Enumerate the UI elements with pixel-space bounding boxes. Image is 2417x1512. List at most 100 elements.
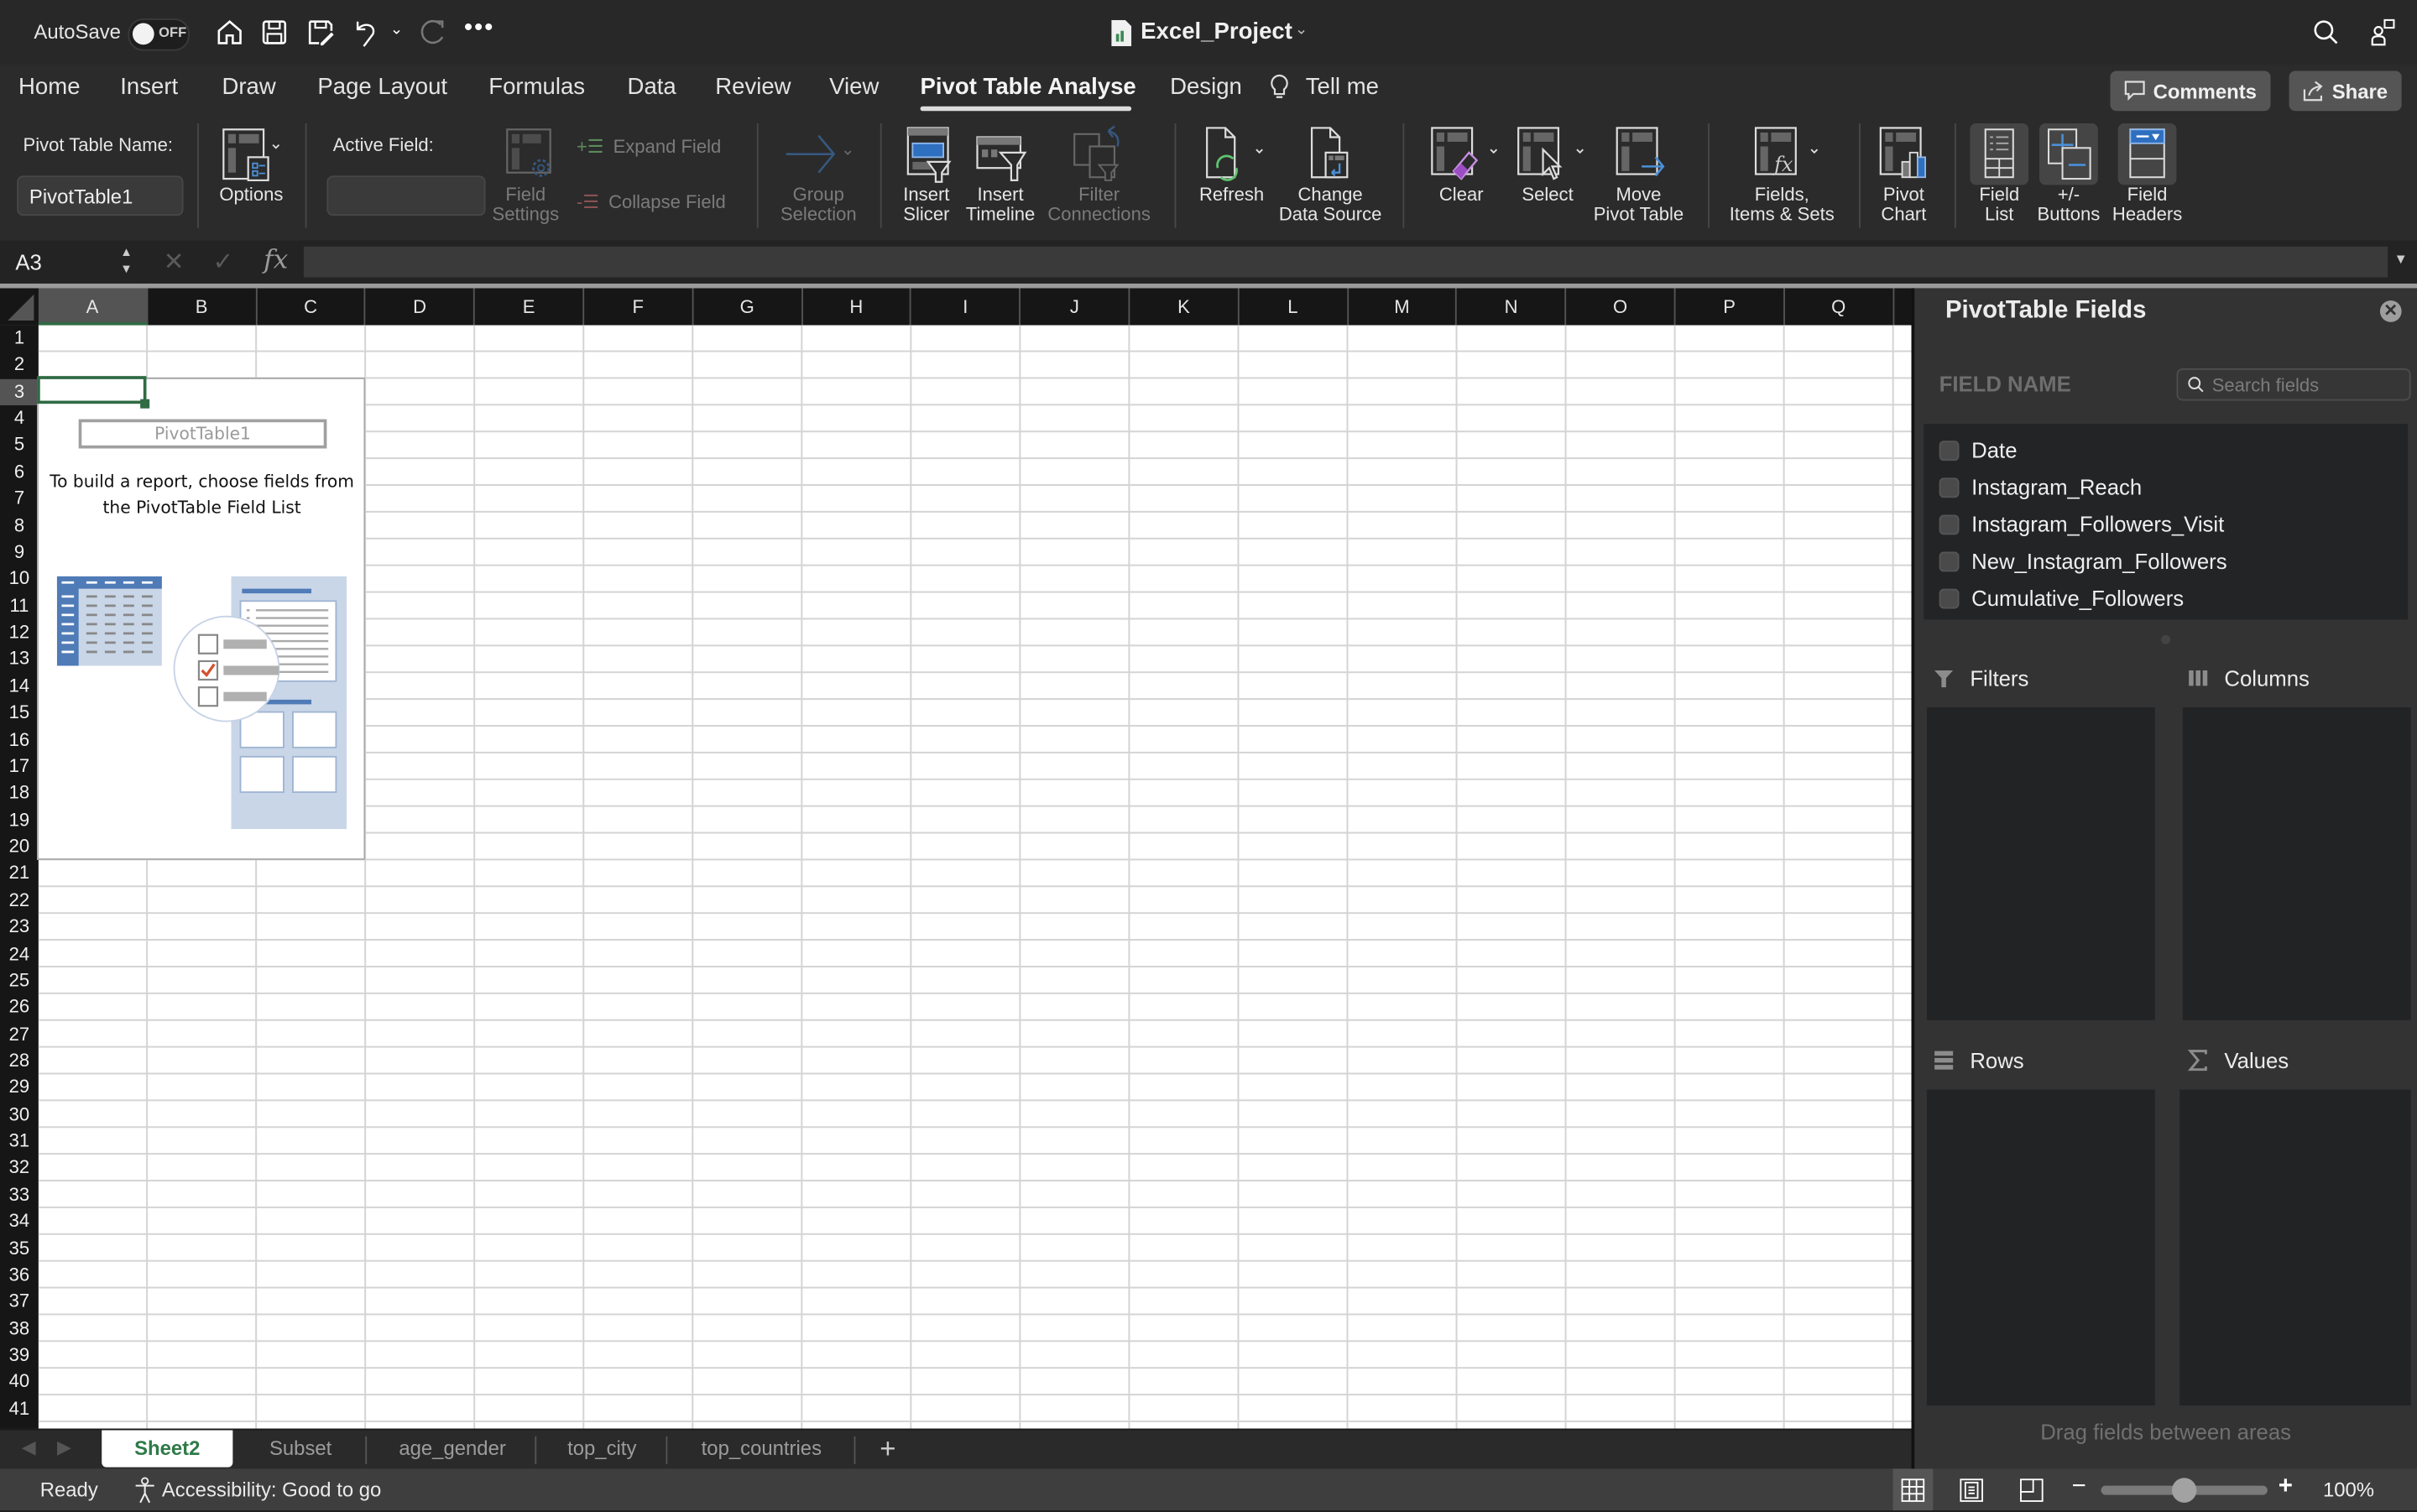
close-panel-button[interactable]: ✕ bbox=[2379, 300, 2402, 322]
row-header-12[interactable]: 12 bbox=[0, 619, 39, 646]
save-as-icon[interactable] bbox=[305, 17, 337, 48]
row-header-40[interactable]: 40 bbox=[0, 1369, 39, 1396]
accessibility-status[interactable]: Accessibility: Good to go bbox=[162, 1478, 381, 1501]
row-header-39[interactable]: 39 bbox=[0, 1343, 39, 1369]
field-checkbox[interactable] bbox=[1939, 550, 1960, 571]
row-header-7[interactable]: 7 bbox=[0, 486, 39, 513]
clear-button[interactable]: Clear bbox=[1418, 123, 1505, 205]
zoom-slider-knob[interactable] bbox=[2171, 1478, 2197, 1503]
row-header-9[interactable]: 9 bbox=[0, 540, 39, 566]
column-header-h[interactable]: H bbox=[802, 288, 912, 326]
row-header-24[interactable]: 24 bbox=[0, 941, 39, 967]
field-list-toggle[interactable]: Field List bbox=[1964, 123, 2034, 225]
row-header-11[interactable]: 11 bbox=[0, 593, 39, 620]
tab-tell-me[interactable]: Tell me bbox=[1306, 74, 1379, 100]
row-header-8[interactable]: 8 bbox=[0, 513, 39, 540]
tab-pivot-table-analyse[interactable]: Pivot Table Analyse bbox=[921, 74, 1136, 100]
column-header-p[interactable]: P bbox=[1676, 288, 1785, 326]
column-header-e[interactable]: E bbox=[475, 288, 585, 326]
autosave-toggle[interactable]: OFF bbox=[128, 18, 190, 51]
row-header-3[interactable]: 3 bbox=[0, 378, 39, 406]
tab-design[interactable]: Design bbox=[1170, 74, 1242, 100]
search-fields-input[interactable] bbox=[2209, 371, 2407, 399]
field-checkbox[interactable] bbox=[1939, 514, 1960, 534]
selected-cell-a3[interactable] bbox=[37, 376, 147, 404]
refresh-button[interactable]: Refresh bbox=[1190, 123, 1273, 205]
row-header-21[interactable]: 21 bbox=[0, 861, 39, 888]
row-header-19[interactable]: 19 bbox=[0, 807, 39, 834]
row-header-35[interactable]: 35 bbox=[0, 1235, 39, 1262]
search-icon[interactable] bbox=[2310, 17, 2341, 48]
row-header-2[interactable]: 2 bbox=[0, 352, 39, 378]
column-header-f[interactable]: F bbox=[584, 288, 694, 326]
zoom-slider[interactable] bbox=[2101, 1478, 2268, 1503]
tab-formulas[interactable]: Formulas bbox=[488, 74, 585, 100]
sheet-tab-top-countries[interactable]: top_countries bbox=[669, 1430, 854, 1467]
row-header-29[interactable]: 29 bbox=[0, 1075, 39, 1102]
row-header-33[interactable]: 33 bbox=[0, 1181, 39, 1208]
formula-input[interactable] bbox=[303, 246, 2388, 278]
comments-button[interactable]: Comments bbox=[2110, 70, 2271, 112]
prev-sheet-icon[interactable]: ◀ bbox=[22, 1436, 36, 1458]
zoom-out-icon[interactable]: − bbox=[2072, 1473, 2086, 1501]
tab-view[interactable]: View bbox=[829, 74, 879, 100]
normal-view-button[interactable] bbox=[1892, 1468, 1934, 1511]
active-field-input[interactable] bbox=[326, 175, 486, 216]
row-header-32[interactable]: 32 bbox=[0, 1155, 39, 1182]
sheet-tab-sheet2[interactable]: Sheet2 bbox=[102, 1430, 233, 1468]
move-pivot-table-button[interactable]: Move Pivot Table bbox=[1588, 123, 1689, 225]
formula-expand-icon[interactable]: ▼ bbox=[2394, 251, 2407, 266]
column-header-i[interactable]: I bbox=[911, 288, 1021, 326]
options-button[interactable]: Options bbox=[212, 123, 290, 205]
row-header-37[interactable]: 37 bbox=[0, 1289, 39, 1316]
row-header-18[interactable]: 18 bbox=[0, 780, 39, 807]
share-button[interactable]: Share bbox=[2289, 70, 2402, 112]
row-header-17[interactable]: 17 bbox=[0, 753, 39, 780]
undo-dropdown-icon[interactable]: ⌄ bbox=[390, 22, 403, 39]
column-header-j[interactable]: J bbox=[1021, 288, 1130, 326]
worksheet-grid[interactable]: ABCDEFGHIJKLMNOPQ 1 2 3 4 5 6 7 8 9 10 11 12 13 14 15 1… bbox=[0, 288, 1912, 1429]
pivot-table-placeholder[interactable]: PivotTable1 To build a report, choose fi… bbox=[37, 378, 366, 860]
column-header-o[interactable]: O bbox=[1566, 288, 1676, 326]
row-header-1[interactable]: 1 bbox=[0, 326, 39, 352]
field-item[interactable]: Date bbox=[1939, 433, 2018, 467]
fill-handle[interactable] bbox=[140, 399, 150, 409]
page-layout-view-button[interactable] bbox=[1953, 1468, 1990, 1510]
next-sheet-icon[interactable]: ▶ bbox=[57, 1436, 71, 1458]
rows-drop-area[interactable] bbox=[1926, 1089, 2155, 1406]
zoom-level[interactable]: 100% bbox=[2323, 1478, 2374, 1501]
row-header-22[interactable]: 22 bbox=[0, 888, 39, 915]
column-header-b[interactable]: B bbox=[148, 288, 257, 326]
row-header-25[interactable]: 25 bbox=[0, 967, 39, 994]
tab-insert[interactable]: Insert bbox=[120, 74, 178, 100]
filters-drop-area[interactable] bbox=[1926, 707, 2155, 1020]
row-header-30[interactable]: 30 bbox=[0, 1102, 39, 1129]
plus-minus-buttons-toggle[interactable]: +/- Buttons bbox=[2032, 123, 2106, 225]
column-header-n[interactable]: N bbox=[1457, 288, 1567, 326]
column-header-l[interactable]: L bbox=[1239, 288, 1349, 326]
document-title[interactable]: Excel_Project bbox=[1141, 18, 1292, 44]
more-icon[interactable]: ••• bbox=[464, 15, 494, 43]
zoom-in-icon[interactable]: + bbox=[2279, 1473, 2293, 1501]
save-icon[interactable] bbox=[259, 17, 290, 48]
row-header-38[interactable]: 38 bbox=[0, 1316, 39, 1343]
row-header-34[interactable]: 34 bbox=[0, 1208, 39, 1235]
insert-slicer-button[interactable]: Insert Slicer bbox=[894, 123, 958, 225]
tab-home[interactable]: Home bbox=[18, 74, 80, 100]
values-drop-area[interactable] bbox=[2179, 1089, 2411, 1406]
row-header-16[interactable]: 16 bbox=[0, 727, 39, 753]
tab-draw[interactable]: Draw bbox=[222, 74, 275, 100]
select-button[interactable]: Select bbox=[1505, 123, 1591, 205]
home-icon[interactable] bbox=[214, 17, 245, 48]
column-header-c[interactable]: C bbox=[257, 288, 367, 326]
panel-splitter-handle[interactable] bbox=[2161, 634, 2171, 644]
field-checkbox[interactable] bbox=[1939, 440, 1960, 461]
field-item[interactable]: New_Instagram_Followers bbox=[1939, 544, 2227, 577]
tab-data[interactable]: Data bbox=[628, 74, 676, 100]
row-header-41[interactable]: 41 bbox=[0, 1396, 39, 1423]
row-header-15[interactable]: 15 bbox=[0, 700, 39, 727]
row-header-4[interactable]: 4 bbox=[0, 405, 39, 432]
page-break-view-button[interactable] bbox=[2013, 1468, 2050, 1510]
sheet-tab-subset[interactable]: Subset bbox=[236, 1430, 365, 1467]
field-headers-toggle[interactable]: Field Headers bbox=[2106, 123, 2189, 225]
